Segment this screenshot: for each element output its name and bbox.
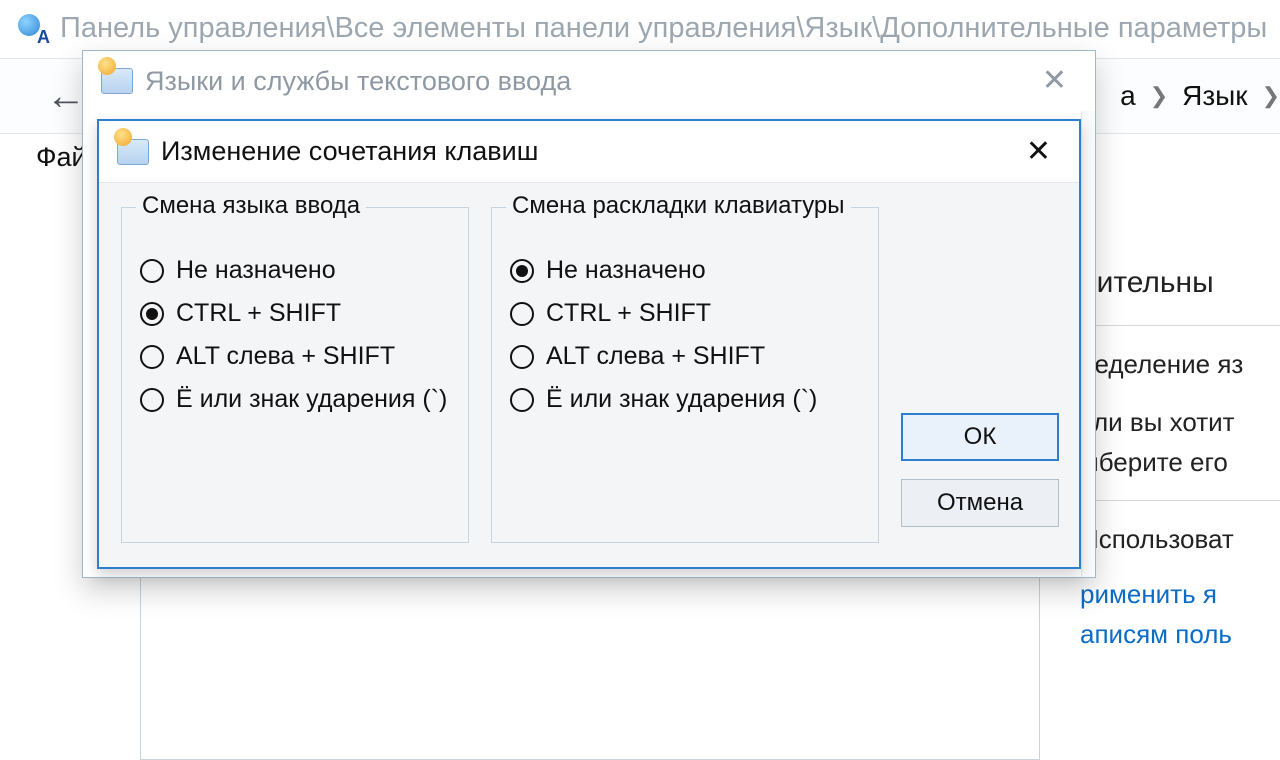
radio-label: ALT слева + SHIFT — [546, 342, 765, 371]
radio-left-alt-shift[interactable]: ALT слева + SHIFT — [510, 342, 860, 371]
dialog-outer-title: Языки и службы текстового ввода — [145, 66, 571, 97]
radio-icon — [140, 302, 164, 326]
dialog-languages-services: Языки и службы текстового ввода ✕ Измене… — [82, 50, 1096, 578]
radio-grave-accent[interactable]: Ё или знак ударения (`) — [140, 385, 450, 414]
divider — [1080, 325, 1280, 326]
radio-icon — [140, 388, 164, 412]
radio-label: ALT слева + SHIFT — [176, 342, 395, 371]
radio-icon — [510, 345, 534, 369]
group-legend: Смена языка ввода — [136, 192, 366, 220]
keyboard-icon — [117, 139, 149, 165]
group-legend: Смена раскладки клавиатуры — [506, 192, 851, 220]
bg-link[interactable]: рименить я — [1080, 574, 1280, 614]
window-path-title: Панель управления\Все элементы панели уп… — [60, 12, 1267, 45]
close-icon[interactable]: ✕ — [1016, 133, 1061, 171]
menu-file[interactable]: Фай — [36, 142, 87, 173]
breadcrumb-item-language[interactable]: Язык — [1182, 80, 1247, 112]
breadcrumb-item[interactable]: а — [1120, 80, 1136, 112]
dialog-change-key-sequence: Изменение сочетания клавиш ✕ Смена языка… — [97, 119, 1081, 569]
bg-text: Использоват — [1080, 519, 1280, 559]
ok-button[interactable]: ОК — [901, 413, 1059, 461]
radio-grave-accent[interactable]: Ё или знак ударения (`) — [510, 385, 860, 414]
radio-label: CTRL + SHIFT — [546, 299, 711, 328]
dialog-inner-title: Изменение сочетания клавиш — [161, 136, 538, 167]
radio-icon — [510, 259, 534, 283]
bg-panel-frame — [140, 560, 1040, 760]
close-icon[interactable]: ✕ — [1032, 62, 1077, 100]
radio-icon — [140, 345, 164, 369]
bg-content-fragments: нительны ределение яз сли вы хотит ыбери… — [1080, 260, 1280, 654]
radio-label: Не назначено — [546, 256, 706, 285]
bg-text: ределение яз — [1080, 344, 1280, 384]
radio-ctrl-shift[interactable]: CTRL + SHIFT — [510, 299, 860, 328]
scrollbar[interactable] — [1081, 111, 1095, 577]
radio-icon — [140, 259, 164, 283]
radio-label: CTRL + SHIFT — [176, 299, 341, 328]
radio-label: Ё или знак ударения (`) — [176, 385, 447, 414]
bg-text: ыберите его — [1080, 442, 1280, 482]
radio-icon — [510, 388, 534, 412]
radio-label: Ё или знак ударения (`) — [546, 385, 817, 414]
radio-not-assigned[interactable]: Не назначено — [510, 256, 860, 285]
back-arrow-icon[interactable]: ← — [46, 76, 86, 116]
divider — [1080, 500, 1280, 501]
bg-text: нительны — [1080, 260, 1280, 307]
bg-text: сли вы хотит — [1080, 402, 1280, 442]
radio-left-alt-shift[interactable]: ALT слева + SHIFT — [140, 342, 450, 371]
language-region-icon: А — [16, 12, 48, 44]
bg-link[interactable]: аписям поль — [1080, 614, 1280, 654]
keyboard-icon — [101, 68, 133, 94]
breadcrumb: а ❯ Язык ❯ — [1120, 59, 1280, 133]
chevron-right-icon: ❯ — [1150, 83, 1168, 109]
group-switch-keyboard-layout: Смена раскладки клавиатуры Не назначено … — [491, 207, 879, 543]
radio-ctrl-shift[interactable]: CTRL + SHIFT — [140, 299, 450, 328]
chevron-right-icon: ❯ — [1262, 83, 1280, 109]
group-switch-input-language: Смена языка ввода Не назначено CTRL + SH… — [121, 207, 469, 543]
radio-not-assigned[interactable]: Не назначено — [140, 256, 450, 285]
radio-label: Не назначено — [176, 256, 336, 285]
radio-icon — [510, 302, 534, 326]
cancel-button[interactable]: Отмена — [901, 479, 1059, 527]
